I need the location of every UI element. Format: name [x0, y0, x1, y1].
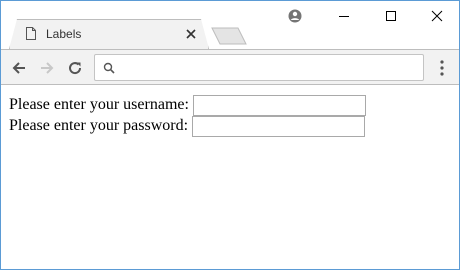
- title-bar: Labels: [1, 1, 459, 49]
- username-input[interactable]: [192, 94, 366, 116]
- maximize-icon[interactable]: [384, 9, 398, 23]
- omnibox[interactable]: [94, 54, 424, 81]
- address-input[interactable]: [121, 58, 419, 77]
- tab-title: Labels: [46, 27, 82, 41]
- username-label: Please enter your username:: [9, 96, 189, 113]
- toolbar: [1, 49, 459, 85]
- arrow-left-icon[interactable]: [11, 60, 27, 76]
- close-icon[interactable]: [430, 9, 444, 23]
- new-tab-button[interactable]: [211, 27, 247, 45]
- account-circle-icon[interactable]: [288, 9, 302, 23]
- arrow-right-icon[interactable]: [39, 60, 55, 76]
- password-row: Please enter your password:: [9, 115, 366, 137]
- page-content: Please enter your username: Please enter…: [1, 86, 459, 269]
- username-row: Please enter your username:: [9, 94, 366, 116]
- minimize-icon[interactable]: [337, 9, 351, 23]
- tab-labels[interactable]: [9, 19, 209, 49]
- search-icon: [103, 62, 115, 74]
- password-input[interactable]: [192, 115, 366, 137]
- password-label: Please enter your password:: [9, 117, 189, 134]
- close-icon[interactable]: [185, 28, 197, 40]
- document-icon: [26, 27, 36, 40]
- kebab-menu-icon[interactable]: [436, 59, 448, 77]
- browser-window: Labels Please enter your username: Pleas…: [0, 0, 460, 270]
- reload-icon[interactable]: [67, 60, 83, 76]
